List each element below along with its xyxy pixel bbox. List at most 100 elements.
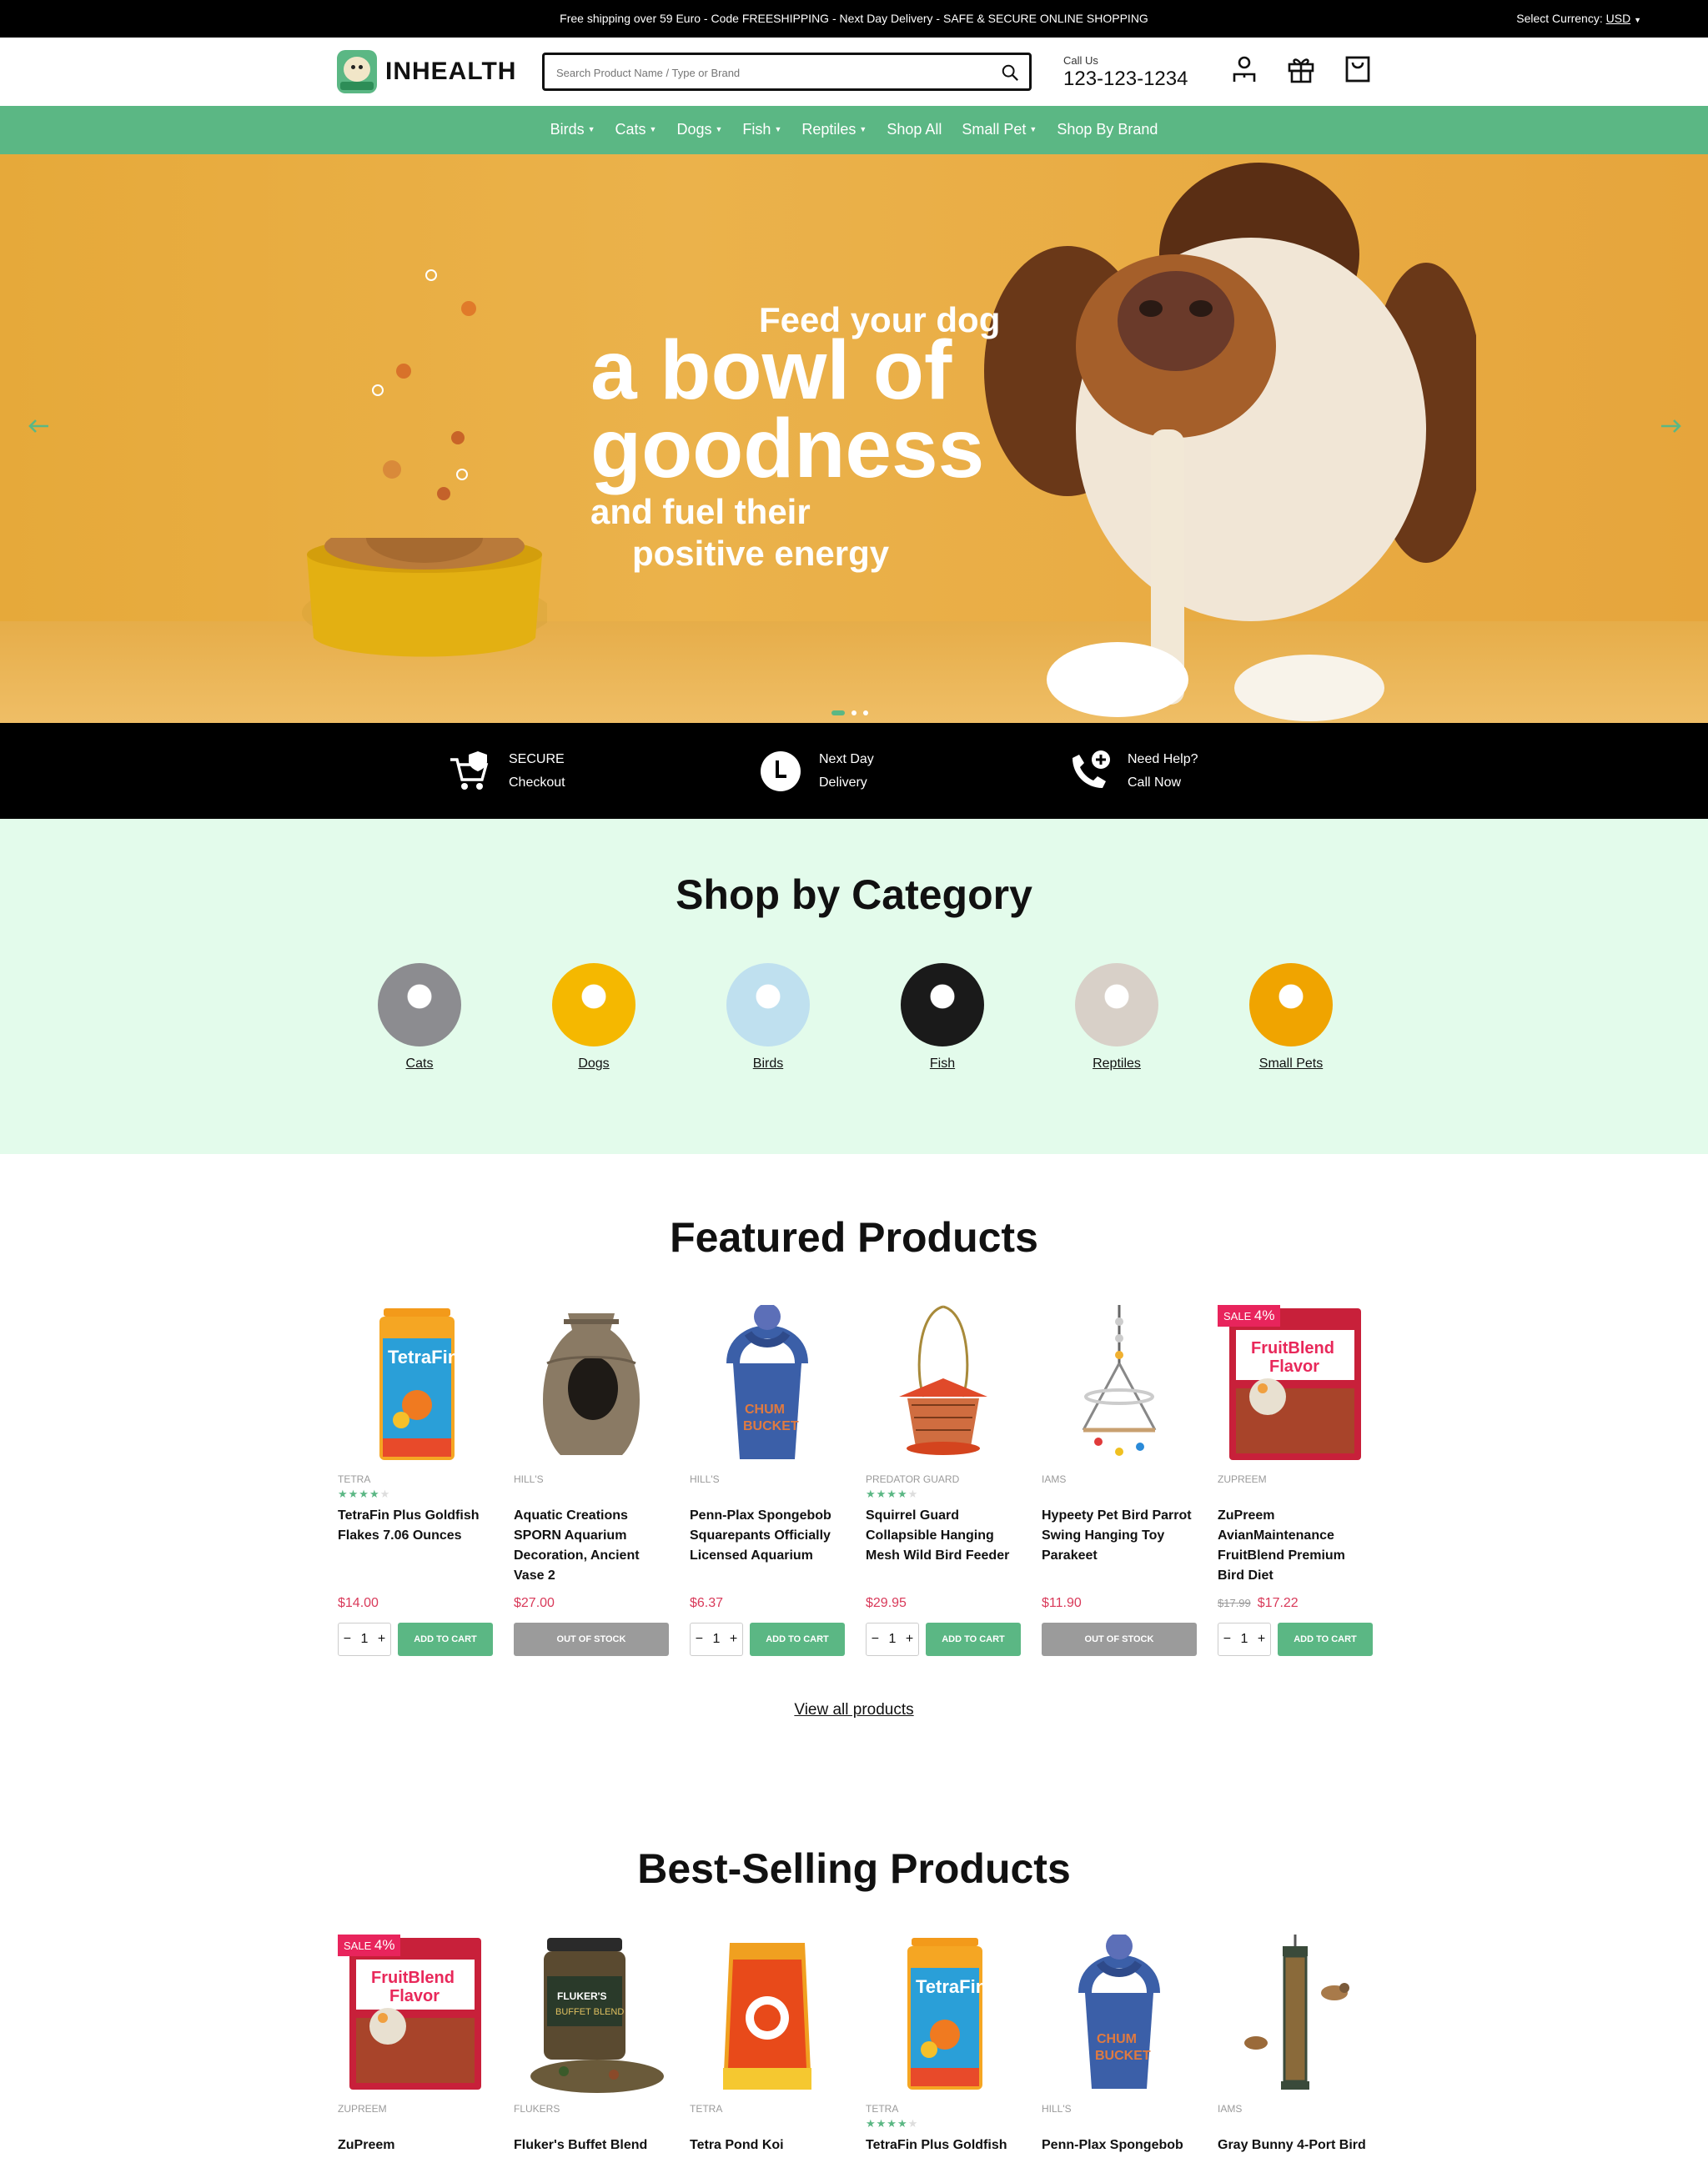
plus-icon[interactable]: + [730,1632,737,1647]
category-image[interactable] [901,963,984,1046]
product-name[interactable]: TetraFin Plus Goldfish [866,2135,1021,2168]
product-card[interactable]: FLUKER'S BUFFET BLEND FLUKERS Fluker's Buff… [514,1935,669,2168]
phone-number[interactable]: 123-123-1234 [1063,68,1188,91]
add-to-cart-button[interactable]: ADD TO CART [398,1623,493,1656]
product-card[interactable]: FruitBlend Flavor SALE 4% ZUPREEM ZuPreem Av… [1218,1305,1373,1656]
category-dogs[interactable]: Dogs [544,963,644,1071]
cart-bag-icon[interactable] [1343,54,1373,84]
add-to-cart-button[interactable]: ADD TO CART [1278,1623,1373,1656]
add-to-cart-button[interactable]: ADD TO CART [926,1623,1021,1656]
category-label[interactable]: Small Pets [1241,1056,1341,1071]
product-image[interactable] [1042,1305,1197,1463]
out-of-stock-button[interactable]: OUT OF STOCK [1042,1623,1197,1656]
quantity-stepper[interactable]: −1 + [866,1623,919,1656]
quantity-stepper[interactable]: −1 + [1218,1623,1271,1656]
nav-item-cats[interactable]: Cats ▼ [615,121,657,138]
category-label[interactable]: Dogs [544,1056,644,1071]
nav-item-reptiles[interactable]: Reptiles ▼ [801,121,867,138]
product-card[interactable]: CHUM BUCKET HILL'S Penn-Plax Spongebob Squa… [690,1303,845,1656]
call-us[interactable]: Call Us 123-123-1234 [1063,54,1188,91]
search-bar[interactable] [542,53,1032,91]
search-input[interactable] [556,63,973,82]
nav-item-small-pet[interactable]: Small Pet ▼ [962,121,1037,138]
account-icon[interactable] [1229,54,1259,84]
product-image[interactable]: FruitBlend Flavor SALE 4% [338,1935,493,2093]
logo[interactable]: INHEALTH [337,50,516,93]
product-name[interactable]: Penn-Plax Spongebob [1042,2135,1197,2168]
nav-item-shop-by-brand[interactable]: Shop By Brand [1057,121,1158,138]
product-image[interactable]: CHUM BUCKET [690,1303,845,1463]
category-birds[interactable]: Birds [718,963,818,1071]
product-name[interactable]: Hypeety Pet Bird Parrot Swing Hanging To… [1042,1506,1197,1586]
product-card[interactable]: FruitBlend Flavor SALE 4% ZUPREEM ZuPreem [338,1935,493,2168]
category-small-pets[interactable]: Small Pets [1241,963,1341,1071]
gift-icon[interactable] [1286,54,1316,84]
product-name[interactable]: Penn-Plax Spongebob Squarepants Official… [690,1506,845,1586]
nav-item-fish[interactable]: Fish ▼ [742,121,781,138]
product-image[interactable] [514,1305,669,1463]
category-image[interactable] [1075,963,1158,1046]
arrow-right-icon[interactable] [1660,418,1683,434]
minus-icon[interactable]: − [696,1632,703,1647]
product-image[interactable] [866,1305,1021,1463]
product-image[interactable]: TetraFin [866,1935,1021,2093]
category-image[interactable] [378,963,461,1046]
product-name[interactable]: ZuPreem AvianMaintenance FruitBlend Prem… [1218,1506,1373,1586]
nav-item-birds[interactable]: Birds ▼ [550,121,595,138]
product-image[interactable]: FLUKER'S BUFFET BLEND [514,1935,669,2093]
category-label[interactable]: Cats [369,1056,470,1071]
category-cats[interactable]: Cats [369,963,470,1071]
category-image[interactable] [1249,963,1333,1046]
quantity-value[interactable]: 1 [361,1632,369,1647]
nav-item-shop-all[interactable]: Shop All [887,121,942,138]
out-of-stock-button[interactable]: OUT OF STOCK [514,1623,669,1656]
quantity-value[interactable]: 1 [889,1632,897,1647]
product-card[interactable]: CHUM BUCKET HILL'S Penn-Plax Spongebob [1042,1933,1197,2168]
quantity-stepper[interactable]: −1 + [690,1623,743,1656]
hero-banner[interactable]: Feed your dog a bowl of goodness and fuel… [0,154,1708,723]
product-card[interactable]: PREDATOR GUARD ★★★★★ Squirrel Guard Collap… [866,1305,1021,1656]
category-fish[interactable]: Fish [892,963,992,1071]
currency-value[interactable]: USD [1606,12,1631,25]
slider-dots[interactable] [831,705,875,720]
product-name[interactable]: TetraFin Plus Goldfish Flakes 7.06 Ounce… [338,1506,493,1586]
category-image[interactable] [552,963,635,1046]
arrow-left-icon[interactable] [27,418,50,434]
search-icon[interactable] [1001,63,1019,82]
category-label[interactable]: Birds [718,1056,818,1071]
product-image[interactable]: CHUM BUCKET [1042,1933,1197,2093]
plus-icon[interactable]: + [906,1632,913,1647]
feature-need-help[interactable]: Need Help? Call Now [1068,748,1198,795]
view-all-products-link[interactable]: View all products [0,1701,1708,1719]
product-name[interactable]: Squirrel Guard Collapsible Hanging Mesh … [866,1506,1021,1586]
category-reptiles[interactable]: Reptiles [1067,963,1167,1071]
currency-selector[interactable]: Select Currency: USD ▼ [1516,12,1641,25]
plus-icon[interactable]: + [1258,1632,1265,1647]
product-name[interactable]: Gray Bunny 4-Port Bird [1218,2135,1373,2168]
product-card[interactable]: TetraFin TETRA ★★★★★ TetraFin Plus Goldfish… [338,1305,493,1656]
minus-icon[interactable]: − [1223,1632,1231,1647]
product-card[interactable]: TetraFin TETRA ★★★★★ TetraFin Plus Goldfish [866,1935,1021,2168]
product-card[interactable]: HILL'S Aquatic Creations SPORN Aquarium D… [514,1305,669,1656]
product-card[interactable]: IAMS Gray Bunny 4-Port Bird [1218,1935,1373,2168]
plus-icon[interactable]: + [378,1632,385,1647]
nav-item-dogs[interactable]: Dogs ▼ [676,121,722,138]
product-image[interactable]: TetraFin [338,1305,493,1463]
minus-icon[interactable]: − [872,1632,879,1647]
quantity-stepper[interactable]: −1 + [338,1623,391,1656]
quantity-value[interactable]: 1 [713,1632,721,1647]
add-to-cart-button[interactable]: ADD TO CART [750,1623,845,1656]
category-label[interactable]: Fish [892,1056,992,1071]
minus-icon[interactable]: − [344,1632,351,1647]
product-card[interactable]: IAMS Hypeety Pet Bird Parrot Swing Hangin… [1042,1305,1197,1656]
product-name[interactable]: Fluker's Buffet Blend [514,2135,669,2168]
product-card[interactable]: TETRA Tetra Pond Koi [690,1935,845,2168]
product-image[interactable] [1218,1935,1373,2093]
category-label[interactable]: Reptiles [1067,1056,1167,1071]
product-name[interactable]: ZuPreem [338,2135,493,2168]
product-name[interactable]: Tetra Pond Koi [690,2135,845,2168]
product-image[interactable]: FruitBlend Flavor SALE 4% [1218,1305,1373,1463]
quantity-value[interactable]: 1 [1241,1632,1248,1647]
product-name[interactable]: Aquatic Creations SPORN Aquarium Decorat… [514,1506,669,1586]
product-image[interactable] [690,1935,845,2093]
